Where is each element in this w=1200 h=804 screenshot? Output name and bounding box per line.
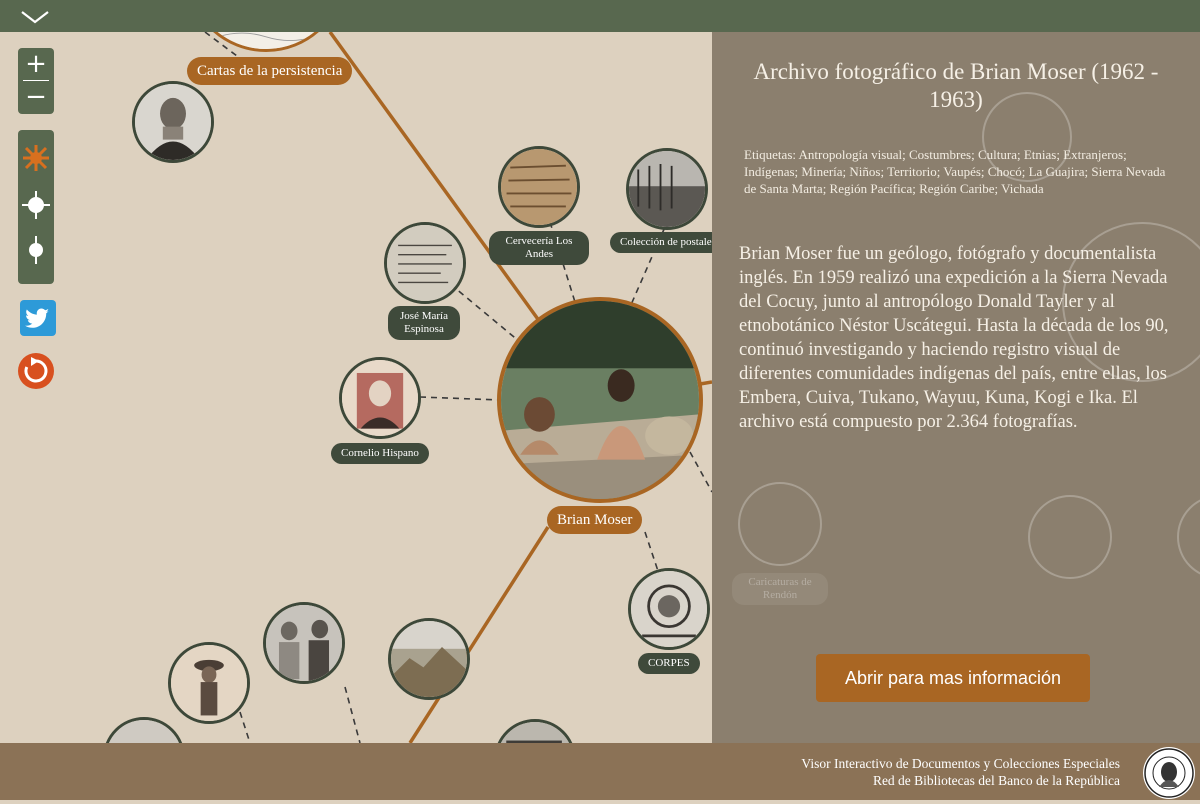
panel-title: Archivo fotográfico de Brian Moser (1962…: [753, 59, 1159, 112]
info-panel: Caricaturas de Rendón Archivo fotográfic…: [712, 32, 1200, 743]
graph-node-cornelio[interactable]: [339, 357, 421, 439]
graph-node-coleccion-postales[interactable]: [626, 148, 708, 230]
open-more-info-button[interactable]: Abrir para mas información: [816, 654, 1090, 702]
graph-node-cerveceria[interactable]: [498, 146, 580, 228]
graph-node-brian-moser[interactable]: [497, 297, 703, 503]
graph-node-label-jose-maria[interactable]: José María Espinosa: [388, 306, 460, 340]
chevron-down-icon[interactable]: [18, 4, 52, 28]
sun-icon[interactable]: [22, 144, 50, 172]
background-node: [1177, 495, 1200, 579]
graph-node-portrait-boy[interactable]: [132, 81, 214, 163]
graph-node-label-coleccion-postales[interactable]: Colección de postales: [610, 232, 712, 253]
background-node-label: Caricaturas de Rendón: [732, 573, 828, 605]
footer: Visor Interactivo de Documentos y Colecc…: [0, 743, 1200, 800]
graph-canvas[interactable]: Cartas de la persistencia Cervecería Los…: [0, 32, 712, 743]
graph-node-label-cerveceria[interactable]: Cervecería Los Andes: [489, 231, 589, 265]
background-node: [1028, 495, 1112, 579]
graph-node-photo-soldier[interactable]: [168, 642, 250, 724]
graph-node-corpes[interactable]: [628, 568, 710, 650]
layout-controls: [18, 130, 54, 284]
pin-icon[interactable]: [22, 236, 50, 264]
background-node: [738, 482, 822, 566]
graph-node-label-cornelio[interactable]: Cornelio Hispano: [331, 443, 429, 464]
graph-node-photo-landscape[interactable]: [388, 618, 470, 700]
panel-description: Brian Moser fue un geólogo, fotógrafo y …: [739, 244, 1169, 432]
crosshair-icon[interactable]: [22, 191, 50, 219]
footer-line-1: Visor Interactivo de Documentos y Colecc…: [801, 756, 1120, 771]
top-bar: [0, 0, 1200, 32]
graph-node-label-brian-moser[interactable]: Brian Moser: [547, 506, 643, 534]
twitter-icon[interactable]: [20, 300, 56, 336]
graph-node-jose-maria[interactable]: [384, 222, 466, 304]
graph-node-label-corpes[interactable]: CORPES: [638, 653, 700, 674]
graph-node-photo-group[interactable]: [263, 602, 345, 684]
panel-tags: Etiquetas: Antropología visual; Costumbr…: [744, 147, 1166, 196]
zoom-divider: [23, 80, 49, 81]
zoom-controls: + −: [18, 48, 54, 114]
reset-icon[interactable]: [18, 353, 54, 389]
graph-node-label-cartas-persistencia[interactable]: Cartas de la persistencia: [187, 57, 353, 85]
zoom-out-button[interactable]: −: [18, 82, 54, 114]
banco-republica-logo: [1143, 747, 1195, 799]
footer-line-2: Red de Bibliotecas del Banco de la Repúb…: [872, 773, 1120, 788]
zoom-in-button[interactable]: +: [18, 49, 54, 81]
